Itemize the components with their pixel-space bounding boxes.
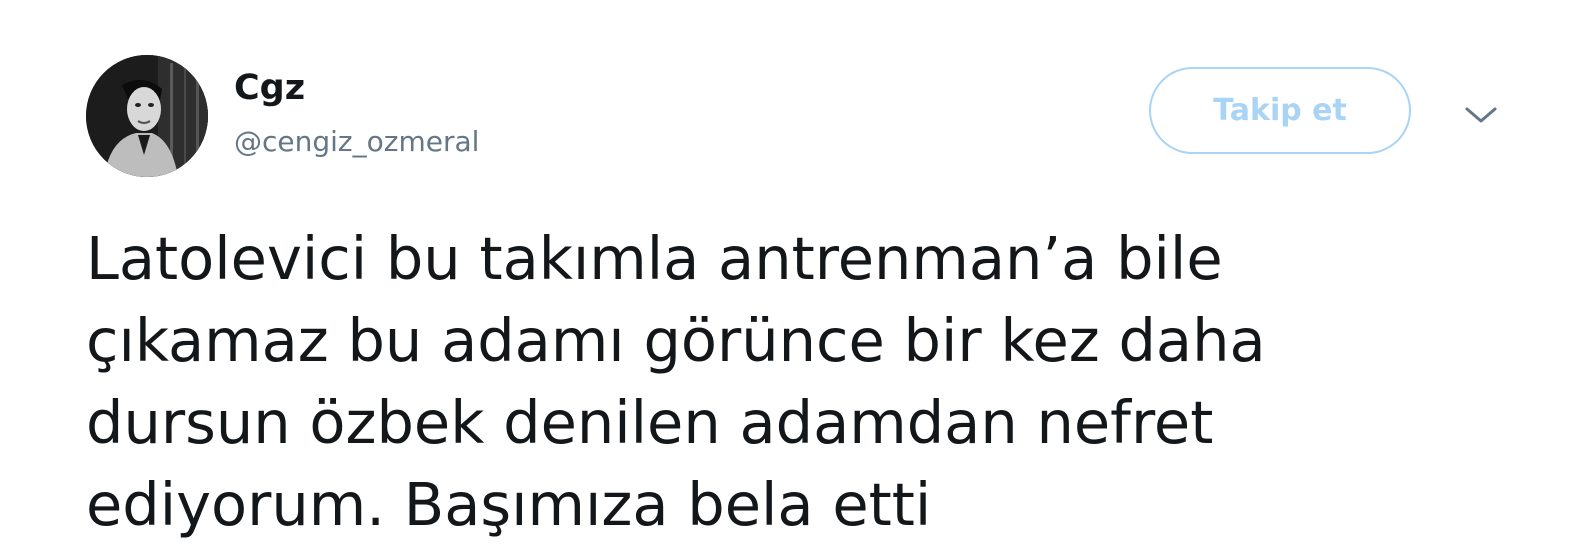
follow-button[interactable]: Takip et bbox=[1149, 67, 1411, 154]
tweet-text-line: Latolevici bu takımla antrenman’a bile bbox=[86, 224, 1223, 293]
tweet-text-line: ediyorum. Başımıza bela etti bbox=[86, 470, 932, 539]
display-name[interactable]: Cgz bbox=[234, 66, 305, 110]
tweet-text-line: dursun özbek denilen adamdan nefret bbox=[86, 388, 1214, 457]
tweet-text-line: çıkamaz bu adamı görünce bir kez daha bbox=[86, 306, 1266, 375]
user-handle[interactable]: @cengiz_ozmeral bbox=[234, 124, 479, 160]
tweet-card: Cgz @cengiz_ozmeral Takip et Latolevici … bbox=[0, 0, 1595, 555]
chevron-down-icon[interactable] bbox=[1461, 99, 1501, 131]
tweet-text: Latolevici bu takımla antrenman’a bile ç… bbox=[86, 218, 1466, 546]
avatar[interactable] bbox=[86, 55, 208, 177]
avatar-photo bbox=[86, 55, 208, 177]
